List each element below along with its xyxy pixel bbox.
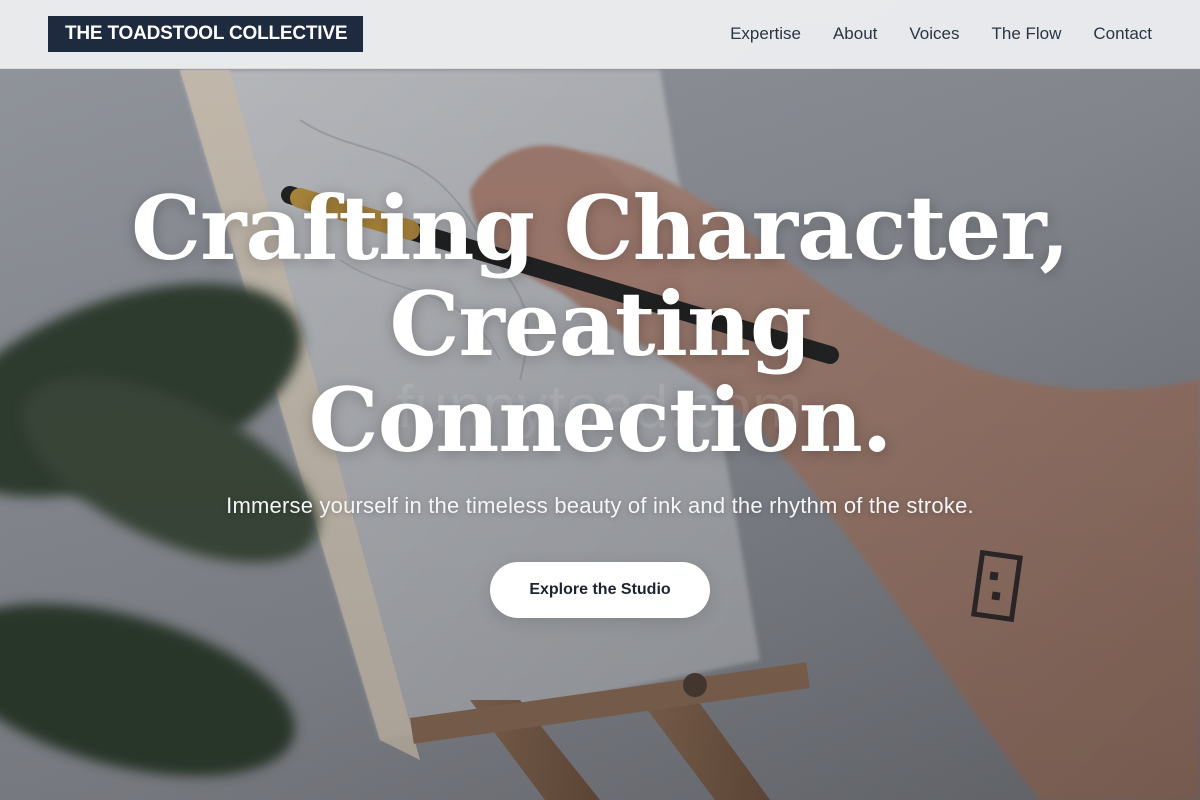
nav-link-voices[interactable]: Voices [909,24,959,44]
hero-title-line-3: Connection. [308,368,893,472]
site-header: THE TOADSTOOL COLLECTIVE Expertise About… [0,0,1200,69]
hero-subtitle: Immerse yourself in the timeless beauty … [226,493,974,518]
hero-title: Crafting Character, Creating Connection. [0,180,1200,468]
nav-link-about[interactable]: About [833,24,877,44]
hero-title-line-1: Crafting Character, [131,176,1070,280]
hero-title-line-2: Creating [389,272,812,376]
hero-section: Crafting Character, Creating Connection.… [0,180,1200,618]
nav-link-the-flow[interactable]: The Flow [991,24,1061,44]
nav-link-contact[interactable]: Contact [1093,24,1152,44]
explore-studio-button[interactable]: Explore the Studio [490,562,710,618]
nav-link-expertise[interactable]: Expertise [730,24,801,44]
landing-page: funnytoad.com THE TOADSTOOL COLLECTIVE E… [0,0,1200,800]
site-logo[interactable]: THE TOADSTOOL COLLECTIVE [48,16,364,52]
main-nav: Expertise About Voices The Flow Contact [730,24,1152,44]
